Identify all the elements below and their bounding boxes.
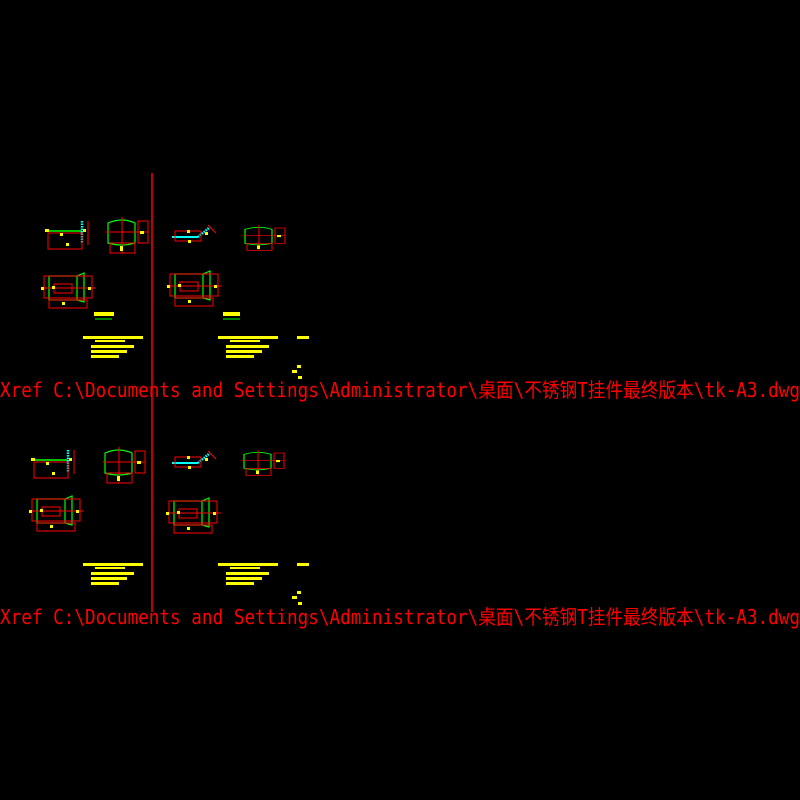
detail-top-left-elevation[interactable]: [43, 219, 90, 251]
xref-label-bottom: Xref C:\Documents and Settings\Administr…: [0, 605, 800, 629]
detail-top-left-plan[interactable]: [40, 272, 97, 309]
detail-bottom-left-elevation[interactable]: [29, 448, 76, 480]
xref-label-top: Xref C:\Documents and Settings\Administr…: [0, 378, 800, 402]
detail-top-right-side[interactable]: [242, 224, 286, 251]
detail-bottom-left-plan[interactable]: [28, 495, 85, 532]
detail-top-right-elevation[interactable]: [170, 223, 218, 245]
detail-bottom-right-plan[interactable]: [165, 497, 222, 534]
notes-top-left: [83, 336, 143, 358]
view-label-top-right: [223, 312, 240, 320]
detail-top-right-plan[interactable]: [166, 270, 223, 307]
detail-top-left-side[interactable]: [105, 216, 149, 254]
cad-drawing-canvas[interactable]: Xref C:\Documents and Settings\Administr…: [0, 0, 800, 800]
notes-bottom-left: [83, 563, 143, 585]
view-label-top-left: [94, 312, 114, 320]
detail-bottom-right-side[interactable]: [241, 449, 285, 476]
detail-bottom-left-side[interactable]: [102, 446, 146, 484]
detail-bottom-right-elevation[interactable]: [170, 449, 218, 471]
notes-top-right: [218, 336, 309, 358]
notes-bottom-right: [218, 563, 309, 585]
sheet-marks-top: [292, 365, 302, 379]
sheet-marks-bottom: [292, 591, 302, 605]
